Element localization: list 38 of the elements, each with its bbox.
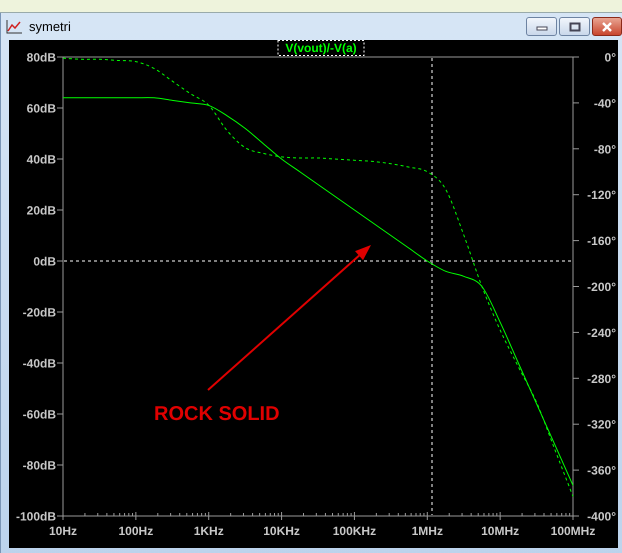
minimize-button[interactable] bbox=[526, 17, 557, 36]
x-tick-label: 100KHz bbox=[332, 524, 376, 538]
y-tick-label: -80dB bbox=[22, 458, 56, 472]
phase-tick-label: -360° bbox=[587, 464, 616, 478]
window-title: symetri bbox=[29, 19, 72, 34]
close-icon bbox=[601, 22, 613, 32]
trace-label: V(vout)/-V(a) bbox=[278, 40, 364, 56]
chart-icon bbox=[5, 18, 23, 34]
y-tick-label: 20dB bbox=[26, 204, 56, 218]
y-tick-label: -100dB bbox=[16, 510, 56, 524]
annotation-text: ROCK SOLID bbox=[154, 403, 280, 425]
x-tick-label: 10MHz bbox=[481, 524, 520, 538]
phase-tick-label: -40° bbox=[594, 96, 616, 110]
x-tick-label: 100MHz bbox=[550, 524, 596, 538]
y-tick-label: 40dB bbox=[26, 152, 56, 166]
phase-tick-label: -200° bbox=[587, 280, 616, 294]
x-tick-label: 100Hz bbox=[118, 524, 154, 538]
phase-tick-label: -80° bbox=[594, 142, 616, 156]
y-tick-label: 60dB bbox=[26, 102, 56, 116]
x-tick-label: 10Hz bbox=[49, 524, 77, 538]
phase-tick-label: -160° bbox=[587, 234, 616, 248]
x-tick-label: 10KHz bbox=[263, 524, 300, 538]
phase-tick-label: -400° bbox=[587, 510, 616, 524]
phase-tick-label: -280° bbox=[587, 372, 616, 386]
y-tick-label: -40dB bbox=[22, 356, 56, 370]
phase-tick-label: -120° bbox=[587, 188, 616, 202]
phase-tick-label: -320° bbox=[587, 418, 616, 432]
y-tick-label: -60dB bbox=[22, 408, 56, 422]
y-tick-label: -20dB bbox=[22, 306, 56, 320]
y-tick-label: 80dB bbox=[26, 50, 56, 64]
phase-tick-label: -240° bbox=[587, 326, 616, 340]
maximize-button[interactable] bbox=[559, 17, 590, 36]
phase-tick-label: 0° bbox=[604, 50, 616, 64]
close-button[interactable] bbox=[592, 17, 622, 36]
maximize-icon bbox=[568, 22, 580, 32]
y-tick-label: 0dB bbox=[33, 254, 56, 268]
x-tick-label: 1KHz bbox=[194, 524, 224, 538]
x-tick-label: 1MHz bbox=[412, 524, 443, 538]
